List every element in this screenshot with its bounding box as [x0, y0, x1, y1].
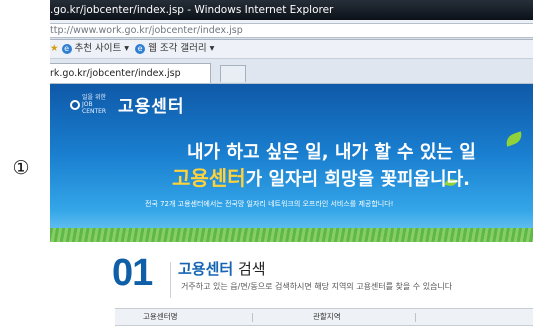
slogan-highlight: 고용센터	[172, 166, 246, 190]
tab-title: rk.go.kr/jobcenter/index.jsp	[50, 68, 181, 79]
window-title-bar: .go.kr/jobcenter/index.jsp - Windows Int…	[50, 0, 533, 20]
slogan-line-2: 고용센터가 일자리 희망을 꽃피웁니다.	[172, 162, 470, 191]
center-search-section: 01 고용센터 검색 거주하고 있는 읍/면/동으로 검색하시면 해당 지역의 …	[50, 242, 533, 329]
leaf-icon	[503, 131, 525, 147]
logo-circle-icon	[70, 99, 80, 110]
section-number: 01	[112, 252, 153, 294]
address-bar[interactable]: ttp://www.work.go.kr/jobcenter/index.jsp	[50, 20, 533, 40]
slogan-rest: 일자리 희망을 꽃피웁니다.	[262, 169, 470, 190]
section-title: 고용센터 검색	[178, 258, 266, 279]
banner-subline: 전국 72개 고용센터에서는 전국망 일자리 네트워크의 오프라인 서비스를 제…	[145, 200, 394, 208]
tab-jobcenter[interactable]: rk.go.kr/jobcenter/index.jsp	[50, 63, 211, 83]
section-title-highlight: 고용센터	[178, 260, 234, 278]
tab-row: rk.go.kr/jobcenter/index.jsp	[50, 59, 533, 84]
favorite-recommended-sites[interactable]: 추천 사이트 ▾	[75, 43, 130, 54]
window-title: .go.kr/jobcenter/index.jsp - Windows Int…	[50, 4, 334, 16]
column-header-jurisdiction: 관할지역	[313, 312, 341, 321]
slogan-line-1: 내가 하고 싶은 일, 내가 할 수 있는 일	[187, 142, 476, 163]
ie-page-icon: e	[135, 43, 146, 54]
new-tab-button[interactable]	[220, 65, 246, 82]
site-logo[interactable]: 일을 위한 JOB CENTER 고용센터	[70, 92, 185, 117]
favorites-star-icon[interactable]: ★	[50, 43, 59, 54]
section-description: 거주하고 있는 읍/면/동으로 검색하시면 해당 지역의 고용센터를 찾을 수 …	[181, 282, 453, 291]
section-title-rest: 검색	[233, 260, 266, 278]
grass-decoration	[50, 228, 533, 242]
favorite-web-slice-gallery[interactable]: 웹 조각 갤러리 ▾	[148, 43, 214, 54]
address-url[interactable]: ttp://www.work.go.kr/jobcenter/index.jsp	[50, 23, 533, 38]
divider	[170, 262, 171, 298]
table-header: 고용센터명 관할지역	[115, 308, 533, 326]
ie-page-icon: e	[61, 43, 72, 54]
circled-number-marker: ①	[12, 157, 30, 179]
browser-screenshot: .go.kr/jobcenter/index.jsp - Windows Int…	[50, 0, 533, 329]
column-separator	[415, 313, 416, 322]
favorites-bar: ★ e 추천 사이트 ▾ e웹 조각 갤러리 ▾	[50, 40, 533, 59]
logo-tagline: 일을 위한 JOB CENTER	[82, 94, 107, 115]
hero-banner: 일을 위한 JOB CENTER 고용센터 내가 하고 싶은 일, 내가 할 수…	[50, 84, 533, 242]
column-header-center-name: 고용센터명	[143, 312, 178, 321]
slogan-particle: 가	[245, 169, 263, 190]
column-separator	[252, 313, 253, 322]
logo-text: 고용센터	[118, 97, 185, 117]
